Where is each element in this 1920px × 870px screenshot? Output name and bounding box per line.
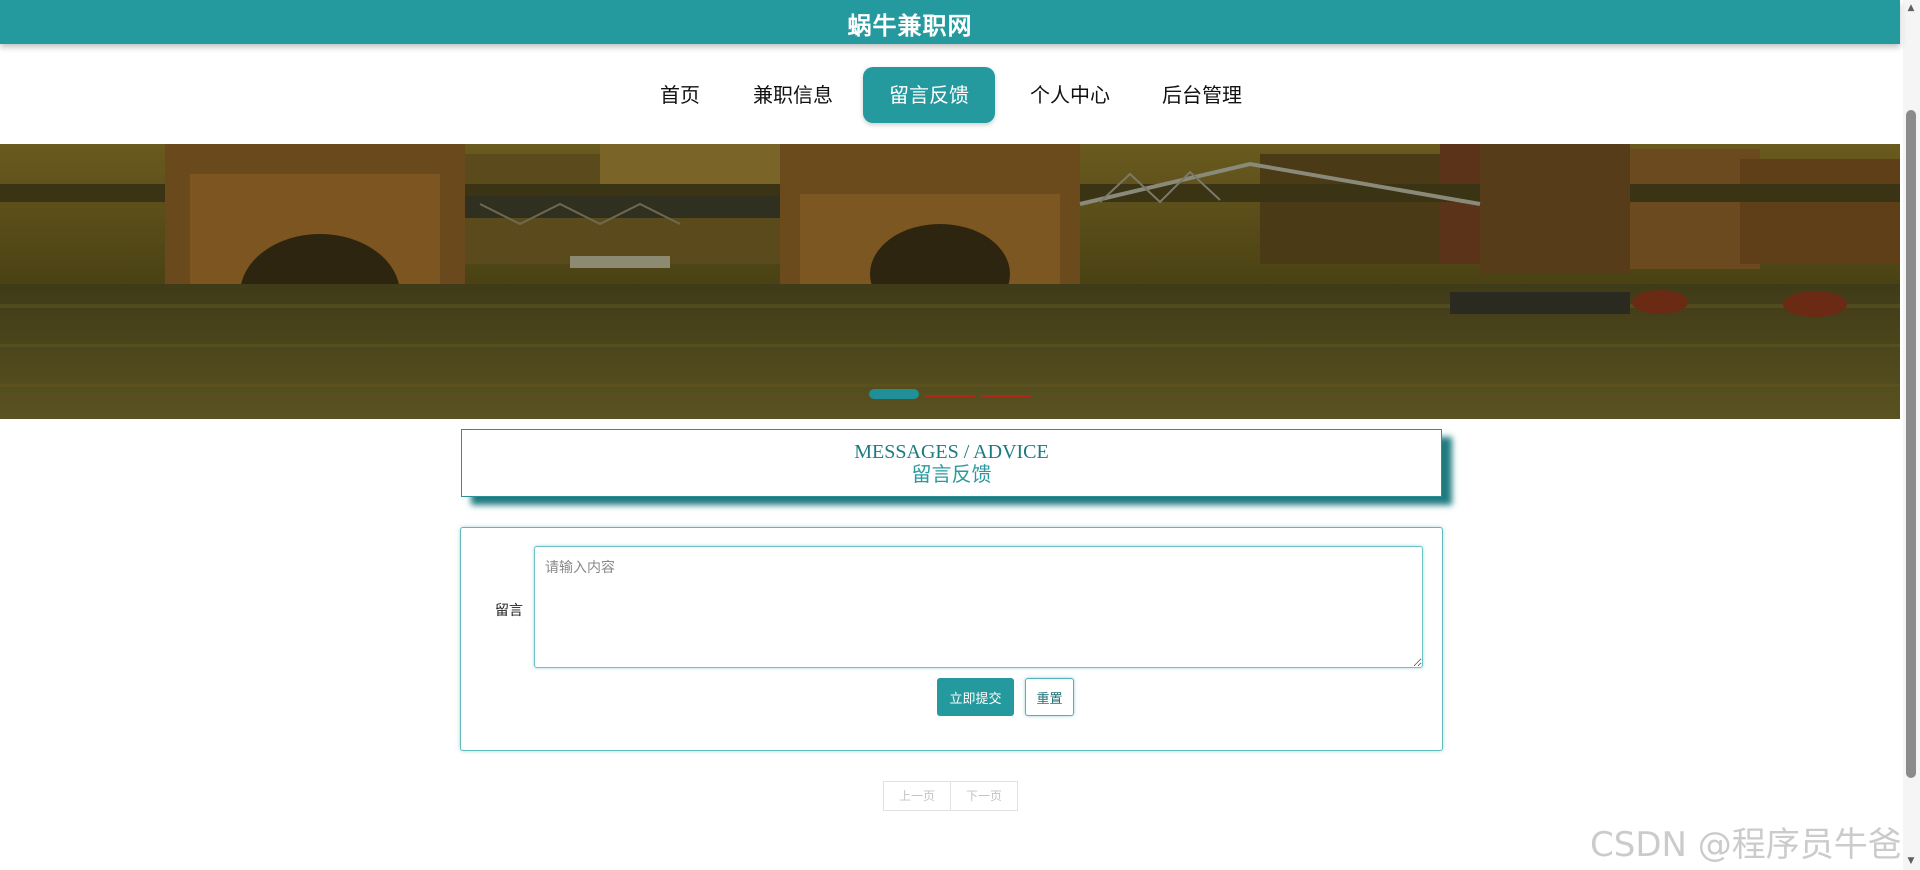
scrollbar-thumb[interactable] [1906, 110, 1916, 778]
message-form: 留言 立即提交 重置 [460, 527, 1443, 751]
carousel-dot-2[interactable] [925, 395, 975, 397]
message-input[interactable] [534, 546, 1423, 668]
banner-carousel[interactable] [0, 144, 1900, 419]
nav-item-profile[interactable]: 个人中心 [1025, 67, 1115, 123]
prev-page-button[interactable]: 上一页 [883, 781, 951, 811]
nav-item-feedback[interactable]: 留言反馈 [863, 67, 995, 123]
reset-button[interactable]: 重置 [1025, 678, 1074, 716]
nav-item-jobs[interactable]: 兼职信息 [748, 67, 838, 123]
section-title-en: MESSAGES / ADVICE [854, 441, 1049, 463]
section-title-box: MESSAGES / ADVICE 留言反馈 [461, 429, 1442, 497]
scroll-down-icon[interactable]: ▼ [1906, 856, 1916, 866]
next-page-button[interactable]: 下一页 [950, 781, 1018, 811]
section-title-cn: 留言反馈 [911, 464, 992, 486]
banner-image [0, 144, 1900, 419]
message-label: 留言 [495, 603, 523, 619]
site-title: 蜗牛兼职网 [847, 12, 973, 40]
submit-button[interactable]: 立即提交 [937, 678, 1014, 716]
main-nav: 首页 兼职信息 留言反馈 个人中心 后台管理 [0, 67, 1900, 123]
watermark: CSDN @程序员牛爸 [1590, 825, 1902, 865]
scroll-up-icon[interactable]: ▲ [1906, 3, 1916, 13]
carousel-indicators [869, 389, 1049, 399]
carousel-dot-3[interactable] [981, 395, 1031, 397]
site-header: 蜗牛兼职网 [0, 0, 1900, 44]
nav-item-home[interactable]: 首页 [653, 67, 707, 123]
nav-item-admin[interactable]: 后台管理 [1157, 67, 1247, 123]
carousel-dot-1[interactable] [869, 389, 919, 399]
